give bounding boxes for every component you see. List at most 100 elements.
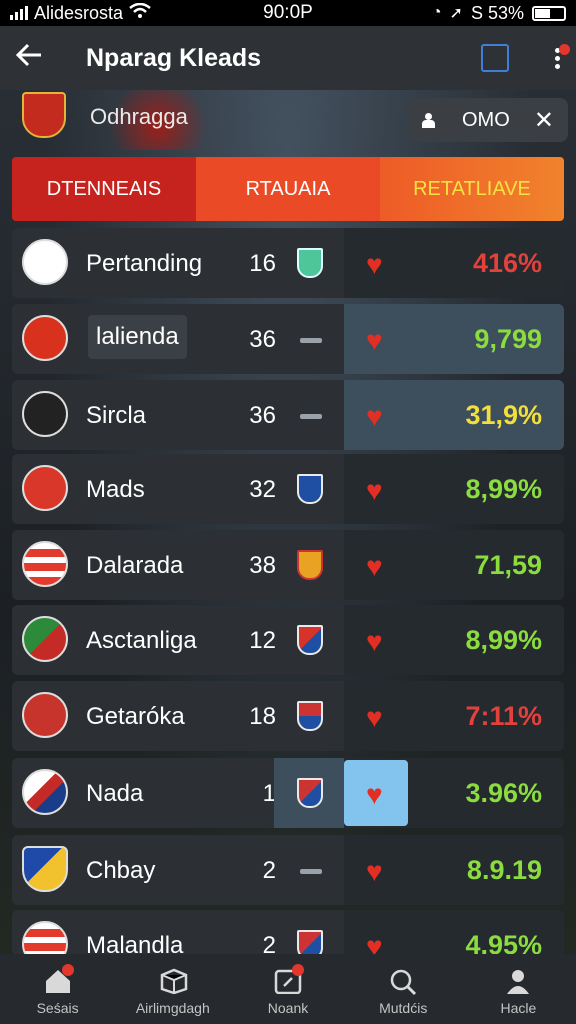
tab-dtenneais[interactable]: DTENNEAIS bbox=[12, 157, 196, 221]
team-crest-icon bbox=[22, 616, 68, 662]
user-pill[interactable]: OMO ✕ bbox=[408, 98, 568, 142]
team-count: 32 bbox=[249, 476, 276, 503]
percentage: 9,799 bbox=[474, 324, 542, 354]
team-name: Chbay bbox=[86, 857, 156, 884]
nav-item-home[interactable]: Seśais bbox=[0, 954, 115, 1024]
percentage: 3.96% bbox=[465, 778, 542, 808]
edit-icon bbox=[274, 964, 304, 995]
list-item[interactable]: Dalarada 38 ♥ 71,59 bbox=[12, 530, 564, 600]
list-item[interactable]: Nada 1 ♥ 3.96% bbox=[12, 758, 564, 828]
team-crest-icon bbox=[22, 692, 68, 738]
nav-label: Noank bbox=[267, 1000, 309, 1016]
nav-label: Hacle bbox=[500, 1000, 537, 1016]
dash-icon bbox=[300, 338, 322, 343]
heart-icon[interactable]: ♥ bbox=[366, 401, 383, 433]
alarm-icon: ◔ bbox=[431, 4, 442, 21]
team-crest-icon bbox=[22, 769, 68, 815]
team-count: 36 bbox=[249, 326, 276, 353]
team-crest-icon bbox=[22, 846, 68, 892]
team-name: Mads bbox=[86, 476, 145, 503]
list-item[interactable]: Asctanliga 12 ♥ 8,99% bbox=[12, 605, 564, 675]
heart-icon[interactable]: ♥ bbox=[366, 931, 383, 956]
percentage: 8,99% bbox=[465, 474, 542, 504]
search-icon bbox=[389, 968, 417, 996]
tab-rtauaia[interactable]: RTAUAIA bbox=[196, 157, 380, 221]
app-bar: Nparag Kleads bbox=[0, 26, 576, 90]
nav-item-hacle[interactable]: Hacle bbox=[461, 954, 576, 1024]
team-crest-icon bbox=[22, 92, 66, 138]
tab-retatliave[interactable]: RETATLIAVE bbox=[380, 157, 564, 221]
nav-label: Mutdćis bbox=[379, 1000, 428, 1016]
team-name: Asctanliga bbox=[86, 627, 197, 654]
list-item[interactable]: Pertanding 16 ♥ 416% bbox=[12, 228, 564, 298]
percentage: 8.9.19 bbox=[466, 855, 542, 885]
team-count: 18 bbox=[249, 703, 276, 730]
team-count: 12 bbox=[249, 627, 276, 654]
team-count: 2 bbox=[262, 857, 276, 884]
list-item[interactable]: Getaróka 18 ♥ 7:11% bbox=[12, 681, 564, 751]
list-item[interactable]: Mads 32 ♥ 8,99% bbox=[12, 454, 564, 524]
team-crest-icon bbox=[22, 391, 68, 437]
home-icon bbox=[44, 964, 74, 994]
list-item[interactable]: Malandla 2 ♥ 4.95% bbox=[12, 910, 564, 956]
badge-icon bbox=[297, 625, 323, 655]
heart-icon[interactable]: ♥ bbox=[366, 551, 383, 583]
percentage: 7:11% bbox=[465, 701, 542, 731]
more-menu-icon[interactable] bbox=[555, 43, 570, 69]
team-name: Sircla bbox=[86, 402, 147, 429]
percentage: 71,59 bbox=[474, 550, 542, 580]
heart-icon[interactable]: ♥ bbox=[366, 856, 383, 888]
notification-dot bbox=[559, 43, 570, 55]
heart-icon[interactable]: ♥ bbox=[366, 325, 383, 357]
signal-icon bbox=[10, 6, 28, 20]
list-item[interactable]: Sircla 36 ♥ 31,9% bbox=[12, 380, 564, 450]
team-count: 1 bbox=[262, 780, 276, 807]
team-count: 16 bbox=[249, 250, 276, 277]
percentage: 416% bbox=[472, 248, 542, 278]
badge-icon bbox=[297, 550, 323, 580]
team-crest-icon bbox=[22, 921, 68, 956]
nav-item-airlimgdagh[interactable]: Airlimgdagh bbox=[115, 954, 230, 1024]
status-bar: Alidesrosta 90:0P ◔ ➚ S 53% bbox=[0, 0, 576, 26]
team-crest-icon bbox=[22, 315, 68, 361]
team-name: Getaróka bbox=[86, 703, 185, 730]
percentage: 8,99% bbox=[465, 625, 542, 655]
list-item[interactable]: Chbay 2 ♥ 8.9.19 bbox=[12, 835, 564, 905]
team-count: 36 bbox=[249, 402, 276, 429]
badge-icon bbox=[297, 701, 323, 731]
nav-item-noank[interactable]: Noank bbox=[230, 954, 345, 1024]
dash-icon bbox=[300, 869, 322, 874]
nav-label: Airlimgdagh bbox=[135, 1000, 210, 1016]
heart-icon[interactable]: ♥ bbox=[366, 249, 383, 281]
close-icon[interactable]: ✕ bbox=[534, 106, 554, 135]
wifi-icon bbox=[129, 2, 151, 24]
location-icon: ➚ bbox=[449, 5, 463, 22]
back-arrow-icon[interactable] bbox=[15, 41, 56, 75]
heart-icon[interactable]: ♥ bbox=[366, 702, 383, 734]
battery-icon bbox=[532, 5, 566, 21]
team-name: Malandla bbox=[86, 932, 184, 956]
user-icon bbox=[422, 113, 435, 128]
nav-item-mutdcis[interactable]: Mutdćis bbox=[346, 954, 461, 1024]
heart-icon[interactable]: ♥ bbox=[366, 475, 383, 507]
team-count: 2 bbox=[262, 932, 276, 956]
profile-icon bbox=[504, 968, 532, 994]
share-icon[interactable] bbox=[481, 44, 509, 72]
team-crest-icon bbox=[22, 541, 68, 587]
carrier-name: Alidesrosta bbox=[34, 2, 124, 23]
badge-icon bbox=[297, 248, 323, 278]
team-name: lalienda bbox=[88, 315, 187, 359]
nav-label: Seśais bbox=[36, 1000, 79, 1016]
bottom-nav: Seśais Airlimgdagh Noank Mutdćis Hacle bbox=[0, 954, 576, 1024]
heart-icon[interactable]: ♥ bbox=[366, 779, 383, 811]
percentage: 4.95% bbox=[465, 930, 542, 956]
percentage: 31,9% bbox=[465, 400, 542, 430]
heart-icon[interactable]: ♥ bbox=[366, 626, 383, 658]
dash-icon bbox=[300, 414, 322, 419]
team-crest-icon bbox=[22, 239, 68, 285]
box-icon bbox=[159, 968, 188, 995]
team-crest-icon bbox=[22, 465, 68, 511]
pill-label: OMO bbox=[462, 108, 510, 131]
battery-label: S 53% bbox=[470, 2, 524, 23]
list-item[interactable]: lalienda 36 ♥ 9,799 bbox=[12, 304, 564, 374]
